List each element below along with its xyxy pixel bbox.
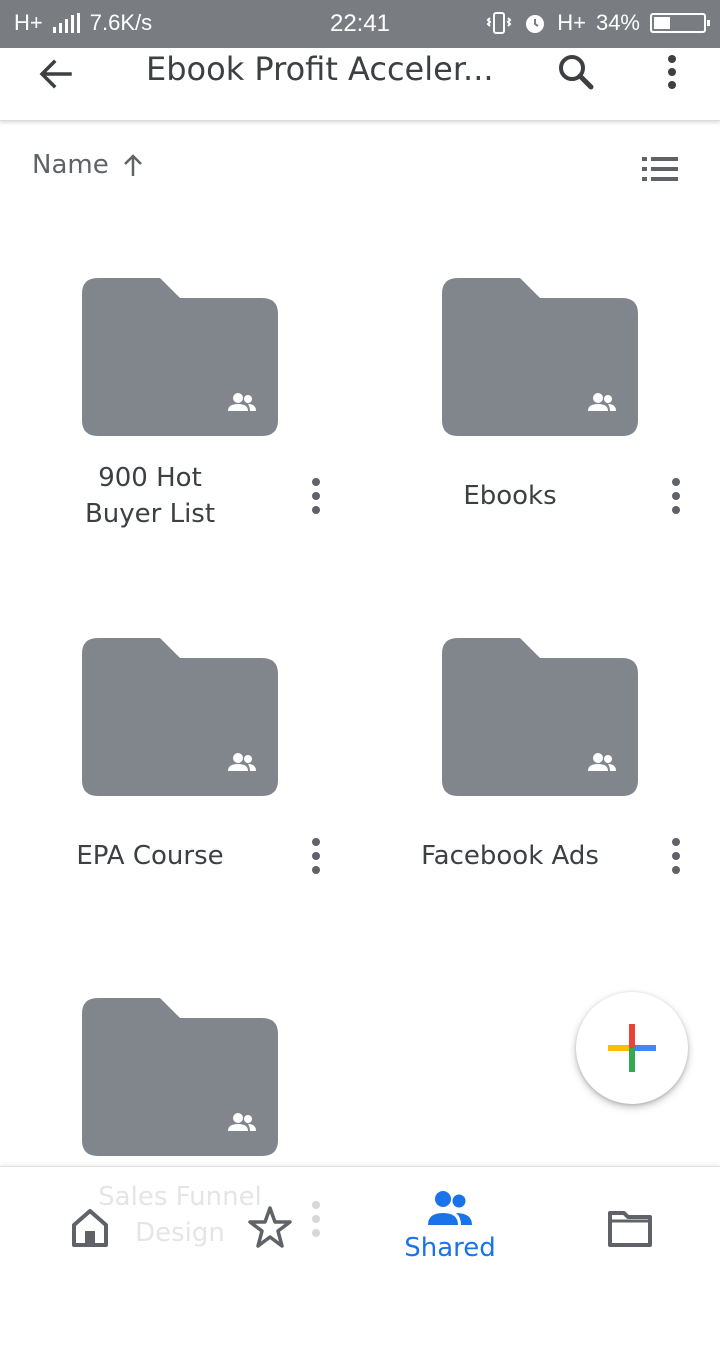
- bottom-navigation: Sales Funnel Design Shared: [0, 1166, 720, 1281]
- folder-card[interactable]: 900 Hot Buyer List: [0, 278, 360, 638]
- shared-folder-icon: [82, 998, 278, 1156]
- more-vert-icon[interactable]: [656, 834, 696, 878]
- star-icon: [248, 1206, 292, 1248]
- network-type-2: H+: [557, 10, 586, 35]
- folder-card[interactable]: Ebooks: [360, 278, 720, 638]
- shared-folder-icon: [442, 278, 638, 436]
- folder-card[interactable]: EPA Course: [0, 638, 360, 998]
- nav-shared[interactable]: Shared: [360, 1167, 540, 1281]
- more-vert-icon[interactable]: [296, 474, 336, 518]
- vibrate-icon: [486, 12, 512, 34]
- more-vert-icon[interactable]: [650, 50, 694, 94]
- app-bar: Ebook Profit Acceler...: [0, 48, 720, 121]
- folder-name: EPA Course: [76, 841, 224, 871]
- shared-folder-icon: [82, 638, 278, 796]
- folder-card[interactable]: Facebook Ads: [360, 638, 720, 998]
- status-right: H+ 34%: [485, 10, 710, 36]
- list-view-icon[interactable]: [638, 152, 682, 186]
- nav-files[interactable]: [540, 1167, 720, 1281]
- new-button[interactable]: [576, 992, 688, 1104]
- nav-shared-label: Shared: [404, 1233, 496, 1263]
- nav-starred[interactable]: [180, 1167, 360, 1281]
- plus-icon: [608, 1024, 656, 1072]
- battery-fill: [654, 17, 671, 29]
- battery-icon: [650, 13, 710, 33]
- battery-percent: 34%: [595, 10, 640, 35]
- more-vert-icon[interactable]: [296, 834, 336, 878]
- sort-button[interactable]: Name: [32, 150, 145, 180]
- arrow-up-icon: [123, 154, 142, 176]
- folder-name: 900 Hot Buyer List: [30, 460, 270, 532]
- page-title: Ebook Profit Acceler...: [146, 50, 494, 88]
- search-icon[interactable]: [554, 50, 598, 94]
- folder-name-line2: Buyer List: [84, 499, 216, 529]
- alarm-icon: [526, 15, 545, 33]
- back-arrow-icon[interactable]: [34, 52, 78, 96]
- sort-bar: Name: [0, 140, 720, 196]
- shared-folder-icon: [442, 638, 638, 796]
- folder-name-line1: 900 Hot: [98, 463, 202, 493]
- folder-name: Ebooks: [463, 481, 557, 511]
- people-icon: [428, 1191, 472, 1225]
- more-vert-icon[interactable]: [656, 474, 696, 518]
- shared-folder-icon: [82, 278, 278, 436]
- folder-icon: [608, 1211, 652, 1247]
- folder-name: Facebook Ads: [421, 841, 599, 871]
- nav-home[interactable]: [0, 1167, 180, 1281]
- sort-label: Name: [32, 150, 109, 180]
- home-icon: [72, 1209, 108, 1247]
- status-bar: H+ 7.6K/s 22:41 H+ 34%: [0, 0, 720, 48]
